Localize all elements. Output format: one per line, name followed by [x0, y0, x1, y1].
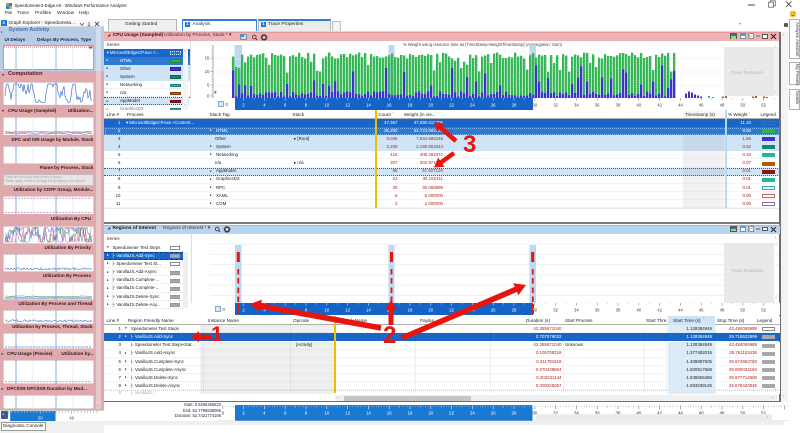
- svg-text:1: 1: [211, 323, 223, 346]
- svg-text:3: 3: [463, 131, 476, 158]
- svg-text:2: 2: [383, 322, 396, 349]
